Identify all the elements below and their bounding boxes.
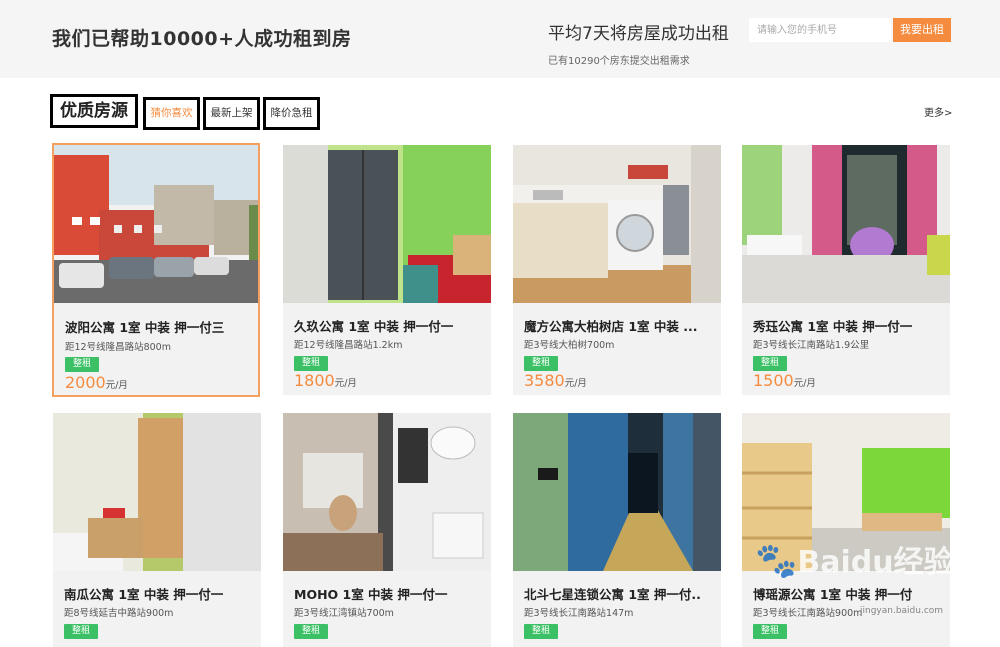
listing-title: 北斗七星连锁公寓 1室 押一付.. [524,587,701,602]
listing-photo [283,413,491,571]
price-value: 1800 [294,371,335,390]
phone-input[interactable] [749,18,891,42]
rent-type-badge: 整租 [64,624,98,639]
listing-distance: 距3号线长江南路站900m [753,608,863,619]
listing-title: 波阳公寓 1室 中装 押一付三 [65,320,225,335]
price-unit: 元/月 [334,378,357,389]
rent-out-button[interactable]: 我要出租 [893,18,951,42]
rent-type-badge: 整租 [524,356,558,371]
listing-title: 魔方公寓大柏树店 1室 中装 ... [524,319,698,334]
price-value: 1500 [753,371,794,390]
listing-photo [742,413,950,571]
banner-title: 我们已帮助10000+人成功租到房 [52,28,352,50]
listing-distance: 距3号线大柏树700m [524,340,615,351]
listing-distance: 距12号线隆昌路站800m [65,342,171,353]
listing-card[interactable]: 秀珏公寓 1室 中装 押一付一 距3号线长江南路站1.9公里 整租 1500元/… [742,145,950,395]
rent-type-badge: 整租 [294,624,328,639]
tab-guess-you-like[interactable]: 猜你喜欢 [143,97,200,130]
listing-price: 2000元/月 [65,373,128,392]
listing-title: 久玖公寓 1室 中装 押一付一 [294,319,454,334]
listing-photo [513,413,721,571]
price-unit: 元/月 [564,378,587,389]
listing-photo [53,413,261,571]
watermark-url: jingyan.baidu.com [860,606,944,616]
listing-photo [742,145,950,303]
banner-subtitle: 已有10290个房东提交出租需求 [548,56,690,67]
listing-distance: 距12号线隆昌路站1.2km [294,340,403,351]
listing-card[interactable]: 南瓜公寓 1室 中装 押一付一 距8号线延吉中路站900m 整租 [53,413,261,647]
listing-photo [283,145,491,303]
tab-price-drop[interactable]: 降价急租 [263,97,320,130]
more-link[interactable]: 更多> [924,104,952,119]
price-value: 3580 [524,371,565,390]
top-banner: 我们已帮助10000+人成功租到房 平均7天将房屋成功出租 已有10290个房东… [0,0,1000,78]
listing-price: 3580元/月 [524,371,587,390]
rent-type-badge: 整租 [753,624,787,639]
listing-card[interactable]: 魔方公寓大柏树店 1室 中装 ... 距3号线大柏树700m 整租 3580元/… [513,145,721,395]
rent-type-badge: 整租 [524,624,558,639]
rent-type-badge: 整租 [753,356,787,371]
section-title: 优质房源 [50,94,138,128]
listing-title: MOHO 1室 中装 押一付一 [294,587,448,602]
price-unit: 元/月 [793,378,816,389]
price-value: 2000 [65,373,106,392]
listing-title: 秀珏公寓 1室 中装 押一付一 [753,319,913,334]
listing-title: 博瑶源公寓 1室 中装 押一付 [753,587,913,602]
listing-card[interactable]: MOHO 1室 中装 押一付一 距3号线江湾镇站700m 整租 [283,413,491,647]
listing-photo [54,145,258,303]
listing-photo [513,145,721,303]
listing-distance: 距3号线江湾镇站700m [294,608,394,619]
listing-price: 1800元/月 [294,371,357,390]
price-unit: 元/月 [105,380,128,391]
listing-distance: 距3号线长江南路站147m [524,608,634,619]
listing-card[interactable]: 北斗七星连锁公寓 1室 押一付.. 距3号线长江南路站147m 整租 [513,413,721,647]
listing-distance: 距8号线延吉中路站900m [64,608,174,619]
tab-newest[interactable]: 最新上架 [203,97,260,130]
listing-distance: 距3号线长江南路站1.9公里 [753,340,870,351]
banner-right-title: 平均7天将房屋成功出租 [548,24,729,44]
listing-card[interactable]: 波阳公寓 1室 中装 押一付三 距12号线隆昌路站800m 整租 2000元/月 [52,143,260,397]
listing-card[interactable]: 久玖公寓 1室 中装 押一付一 距12号线隆昌路站1.2km 整租 1800元/… [283,145,491,395]
listing-price: 1500元/月 [753,371,816,390]
rent-type-badge: 整租 [294,356,328,371]
rent-type-badge: 整租 [65,357,99,372]
listing-title: 南瓜公寓 1室 中装 押一付一 [64,587,224,602]
